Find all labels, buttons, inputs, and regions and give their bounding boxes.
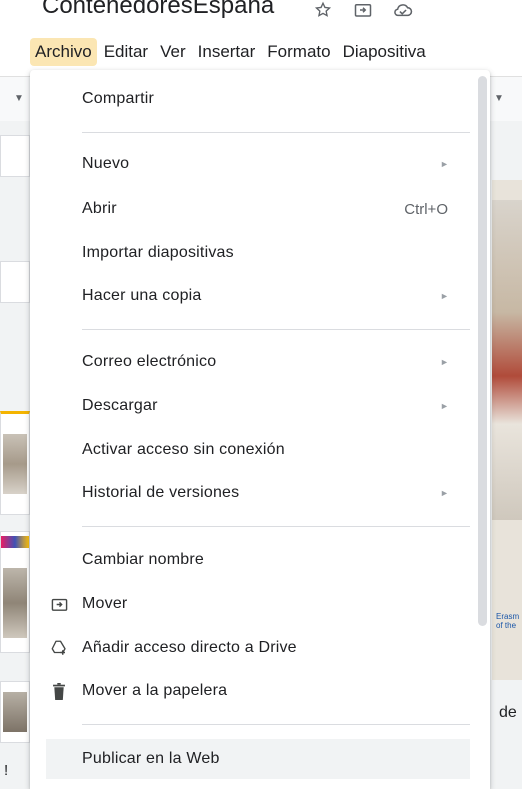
chevron-right-icon: ► xyxy=(440,159,449,169)
title-bar: ContenedoresEspaña xyxy=(0,0,522,34)
chevron-right-icon: ► xyxy=(440,357,449,367)
cloud-status-icon[interactable] xyxy=(392,0,414,20)
menu-item-mover-papelera[interactable]: Mover a la papelera xyxy=(30,674,470,708)
toolbar-dropdown-icon[interactable]: ▼ xyxy=(494,93,504,104)
chevron-right-icon: ► xyxy=(440,401,449,411)
slide-photo xyxy=(492,200,522,520)
file-menu-dropdown: Compartir Nuevo ► Abrir Ctrl+O Importar … xyxy=(30,70,490,789)
menu-item-abrir[interactable]: Abrir Ctrl+O xyxy=(30,192,470,226)
menu-item-correo-electronico[interactable]: Correo electrónico ► xyxy=(30,345,470,379)
menu-scrollbar[interactable] xyxy=(478,76,487,626)
menu-diapositiva[interactable]: Diapositiva xyxy=(338,38,431,66)
menu-formato[interactable]: Formato xyxy=(262,38,335,66)
app-window: ContenedoresEspaña Archivo Editar Ver In… xyxy=(0,0,522,789)
chevron-right-icon: ► xyxy=(440,291,449,301)
menu-separator xyxy=(82,526,470,527)
menu-item-historial-versiones[interactable]: Historial de versiones ► xyxy=(30,476,470,510)
menu-separator xyxy=(82,329,470,330)
add-shortcut-drive-icon xyxy=(50,639,68,657)
menu-separator xyxy=(82,724,470,725)
menu-editar[interactable]: Editar xyxy=(99,38,153,66)
trash-icon xyxy=(50,682,68,700)
slide-caption: Erasm of the xyxy=(496,612,520,630)
menu-archivo[interactable]: Archivo xyxy=(30,38,97,66)
menu-item-publicar-web[interactable]: Publicar en la Web xyxy=(46,739,470,779)
menu-ver[interactable]: Ver xyxy=(155,38,191,66)
menu-item-descargar[interactable]: Descargar ► xyxy=(30,389,470,423)
menu-item-cambiar-nombre[interactable]: Cambiar nombre xyxy=(30,543,470,577)
slide-thumbnail[interactable] xyxy=(0,261,30,303)
slide-thumbnail[interactable] xyxy=(0,531,30,653)
menu-insertar[interactable]: Insertar xyxy=(193,38,261,66)
slide-thumbnail[interactable] xyxy=(0,135,30,177)
slide-text-fragment: de xyxy=(499,704,517,721)
toolbar-dropdown-icon[interactable]: ▼ xyxy=(14,93,24,104)
slide-thumbnail[interactable] xyxy=(0,411,30,515)
move-to-folder-icon[interactable] xyxy=(352,0,374,20)
menu-bar: Archivo Editar Ver Insertar Formato Diap… xyxy=(30,37,522,67)
menu-item-nuevo[interactable]: Nuevo ► xyxy=(30,147,470,181)
move-icon xyxy=(50,595,68,613)
menu-item-hacer-copia[interactable]: Hacer una copia ► xyxy=(30,279,470,313)
menu-item-compartir[interactable]: Compartir xyxy=(30,82,470,116)
slide-thumbnail[interactable] xyxy=(0,681,30,743)
shortcut-label: Ctrl+O xyxy=(404,200,448,218)
chevron-right-icon: ► xyxy=(440,488,449,498)
menu-separator xyxy=(82,132,470,133)
document-title[interactable]: ContenedoresEspaña xyxy=(42,0,274,20)
menu-item-anadir-acceso-directo[interactable]: Añadir acceso directo a Drive xyxy=(30,631,470,665)
menu-item-mover[interactable]: Mover xyxy=(30,587,470,621)
star-icon[interactable] xyxy=(312,0,334,20)
slide-thumbnails-panel xyxy=(0,121,30,789)
menu-item-importar-diapositivas[interactable]: Importar diapositivas xyxy=(30,236,470,270)
thumbnail-text-fragment: ! xyxy=(4,762,9,779)
menu-item-acceso-sin-conexion[interactable]: Activar acceso sin conexión xyxy=(30,433,470,467)
